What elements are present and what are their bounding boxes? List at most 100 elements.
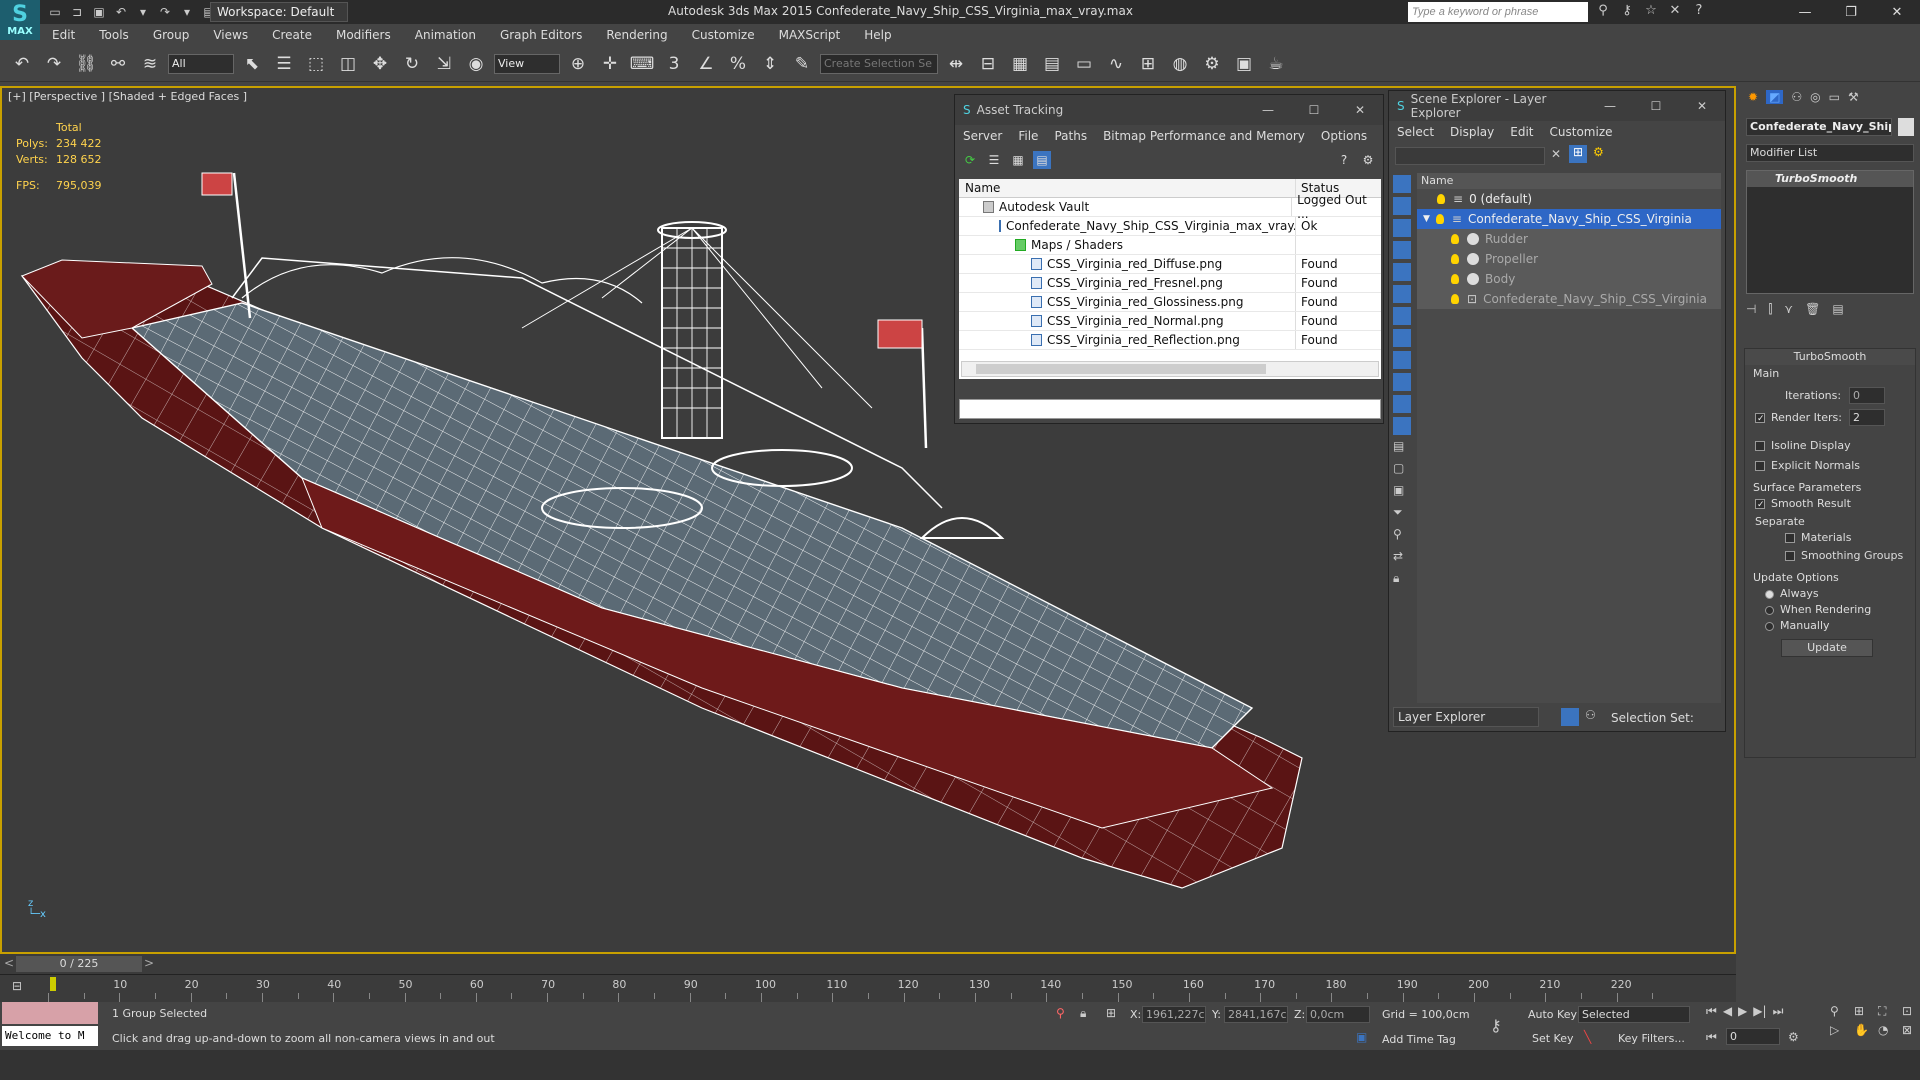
star-icon[interactable]: ☆ (1642, 3, 1660, 21)
configure-sets-icon[interactable]: ▤ (1832, 302, 1843, 317)
time-tag-icon[interactable]: ▣ (1356, 1030, 1367, 1044)
render-iters-spinner[interactable]: 2 (1849, 409, 1885, 426)
explorer-search-input[interactable] (1395, 147, 1545, 165)
link-icon[interactable]: ⛓ (72, 50, 100, 78)
menu-views[interactable]: Views (201, 28, 260, 42)
redo-icon[interactable]: ↷ (40, 50, 68, 78)
keyboard-shortcut-icon[interactable]: ⌨ (628, 50, 656, 78)
angle-snap-icon[interactable]: ∠ (692, 50, 720, 78)
time-slider-thumb[interactable]: 0 / 225 (16, 956, 142, 972)
hierarchy-tab-icon[interactable]: ⚇ (1791, 90, 1802, 104)
absolute-mode-icon[interactable]: ⊞ (1106, 1006, 1116, 1020)
display-none-icon[interactable]: ▢ (1393, 461, 1411, 479)
help-icon[interactable]: ? (1335, 151, 1353, 169)
zoom-extents-icon[interactable]: ⛶ (1878, 1004, 1898, 1019)
menu-modifiers[interactable]: Modifiers (324, 28, 403, 42)
filter-icon[interactable]: ⊞ (1569, 145, 1587, 163)
update-button[interactable]: Update (1781, 639, 1873, 657)
minimize-button[interactable]: — (1782, 0, 1828, 24)
menu-graph-editors[interactable]: Graph Editors (488, 28, 594, 42)
explorer-menu-select[interactable]: Select (1389, 125, 1442, 139)
modify-tab-icon[interactable]: ◩ (1766, 90, 1784, 104)
asset-path-field[interactable] (959, 399, 1381, 419)
table-row[interactable]: Maps / Shaders (959, 236, 1381, 255)
light-bulb-icon[interactable] (1451, 234, 1459, 244)
display-shapes-icon[interactable] (1393, 197, 1411, 215)
close-button[interactable]: ✕ (1337, 103, 1383, 117)
expand-arrow-icon[interactable]: ▼ (1423, 214, 1430, 224)
go-to-start-icon[interactable]: ⏮ (1706, 1004, 1717, 1019)
list-view-icon[interactable]: ☰ (985, 151, 1003, 169)
y-coordinate-field[interactable]: 2841,167c (1224, 1006, 1288, 1023)
explorer-menu-customize[interactable]: Customize (1542, 125, 1621, 139)
z-coordinate-field[interactable]: 0,0cm (1306, 1006, 1370, 1023)
toggle-scene-explorer-icon[interactable]: ▦ (1006, 50, 1034, 78)
layer-column-header[interactable]: Name (1417, 173, 1721, 189)
search-input[interactable]: Type a keyword or phrase (1408, 2, 1588, 22)
pivot-center-icon[interactable]: ⊕ (564, 50, 592, 78)
time-configuration-icon[interactable]: ⚙ (1788, 1030, 1799, 1044)
selection-filter-dropdown[interactable]: All (168, 53, 234, 74)
scale-icon[interactable]: ⇲ (430, 50, 458, 78)
light-bulb-icon[interactable] (1435, 214, 1444, 224)
explorer-menu-display[interactable]: Display (1442, 125, 1502, 139)
layer-row-selected[interactable]: ▼ ≡ Confederate_Navy_Ship_CSS_Virginia (1417, 209, 1721, 229)
mirror-icon[interactable]: ⇹ (942, 50, 970, 78)
undo-icon[interactable]: ↶ (112, 3, 130, 21)
asset-menu-options[interactable]: Options (1313, 129, 1375, 143)
display-frozen-icon[interactable] (1393, 395, 1411, 413)
motion-tab-icon[interactable]: ◎ (1810, 90, 1820, 104)
explorer-type-dropdown[interactable]: Layer Explorer (1393, 707, 1539, 727)
bind-space-warp-icon[interactable]: ≋ (136, 50, 164, 78)
create-tab-icon[interactable]: ✹ (1748, 90, 1758, 104)
display-bones-icon[interactable] (1393, 351, 1411, 369)
schematic-view-icon[interactable]: ⊞ (1134, 50, 1162, 78)
menu-help[interactable]: Help (852, 28, 903, 42)
help-icon[interactable]: ? (1690, 3, 1708, 21)
render-production-icon[interactable]: ☕ (1262, 50, 1290, 78)
display-cameras-icon[interactable] (1393, 241, 1411, 259)
rectangular-selection-icon[interactable]: ⬚ (302, 50, 330, 78)
asset-menu-paths[interactable]: Paths (1046, 129, 1095, 143)
remove-modifier-icon[interactable]: 🗑︎ (1805, 302, 1820, 317)
named-selection-sets-input[interactable]: Create Selection Se (820, 53, 938, 74)
go-to-end-icon[interactable]: ⏭ (1773, 1004, 1784, 1019)
redo-icon[interactable]: ↷ (156, 3, 174, 21)
table-row[interactable]: CSS_Virginia_red_Fresnel.png Found (959, 274, 1381, 293)
display-all-icon[interactable]: ▤ (1393, 439, 1411, 457)
edit-named-selection-icon[interactable]: ✎ (788, 50, 816, 78)
toggle-ribbon-icon[interactable]: ▭ (1070, 50, 1098, 78)
table-row[interactable]: CSS_Virginia_red_Diffuse.png Found (959, 255, 1381, 274)
menu-tools[interactable]: Tools (87, 28, 141, 42)
display-hidden-icon[interactable] (1393, 417, 1411, 435)
light-bulb-icon[interactable] (1451, 294, 1459, 304)
clear-search-icon[interactable]: ✕ (1551, 147, 1561, 161)
isoline-display-checkbox[interactable] (1755, 441, 1765, 451)
select-manipulate-icon[interactable]: ✛ (596, 50, 624, 78)
light-bulb-icon[interactable] (1437, 194, 1445, 204)
add-time-tag[interactable]: Add Time Tag (1382, 1033, 1456, 1046)
new-file-icon[interactable]: ▭ (46, 3, 64, 21)
render-setup-icon[interactable]: ⚙ (1198, 50, 1226, 78)
modifier-list-dropdown[interactable]: Modifier List (1746, 144, 1914, 162)
place-icon[interactable]: ◉ (462, 50, 490, 78)
column-header-name[interactable]: Name (959, 179, 1296, 197)
table-row[interactable]: CSS_Virginia_red_Glossiness.png Found (959, 293, 1381, 312)
menu-edit[interactable]: Edit (40, 28, 87, 42)
layer-row[interactable]: ≡ 0 (default) (1417, 189, 1721, 209)
isolate-selection-icon[interactable]: ⚲ (1056, 1006, 1065, 1020)
set-key-icon[interactable]: ⚷ (1490, 1016, 1502, 1035)
thumbnail-view-icon[interactable]: ▦ (1009, 151, 1027, 169)
key-mode-dropdown[interactable]: Selected (1578, 1006, 1690, 1023)
object-color-swatch[interactable] (1898, 118, 1914, 136)
field-of-view-icon[interactable]: ▷ (1830, 1023, 1850, 1037)
app-logo[interactable]: S MAX (0, 0, 40, 40)
table-view-icon[interactable]: ▤ (1033, 151, 1051, 169)
display-spacewarps-icon[interactable] (1393, 285, 1411, 303)
pan-icon[interactable]: ✋ (1854, 1023, 1874, 1037)
menu-customize[interactable]: Customize (680, 28, 767, 42)
material-editor-icon[interactable]: ◍ (1166, 50, 1194, 78)
window-crossing-icon[interactable]: ◫ (334, 50, 362, 78)
move-icon[interactable]: ✥ (366, 50, 394, 78)
minimize-button[interactable]: — (1245, 103, 1291, 117)
